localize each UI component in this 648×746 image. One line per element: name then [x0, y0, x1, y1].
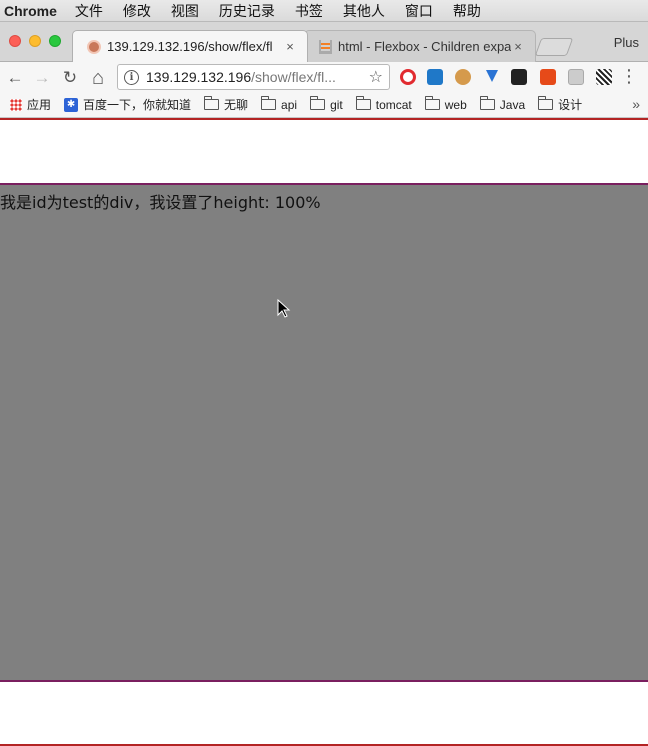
menu-history[interactable]: 历史记录: [219, 1, 275, 21]
bookmark-label: 设计: [558, 98, 583, 112]
url-host: 139.129.132.196: [146, 69, 252, 85]
bookmark-folder-tomcat[interactable]: tomcat: [355, 96, 412, 112]
profile-label[interactable]: Plus: [614, 35, 639, 50]
menu-help[interactable]: 帮助: [453, 1, 481, 21]
stackoverflow-icon: [319, 39, 332, 54]
bookmark-label: web: [444, 97, 467, 112]
bookmark-folder-java[interactable]: Java: [479, 96, 526, 112]
s-extension-icon[interactable]: [427, 69, 443, 85]
bookmark-label: 应用: [27, 98, 52, 112]
bookmark-label: tomcat: [375, 97, 412, 112]
url-path: /show/flex/fl...: [251, 69, 336, 85]
opera-extension-icon[interactable]: [400, 69, 416, 85]
page-viewport: 我是id为test的div，我设置了height: 100%: [0, 118, 648, 746]
window-close-button[interactable]: [9, 35, 21, 47]
home-icon[interactable]: ⌂: [87, 67, 109, 89]
mouse-cursor-icon: [277, 298, 291, 318]
layout-extension-icon[interactable]: [568, 69, 584, 85]
macos-menubar: Chrome 文件 修改 视图 历史记录 书签 其他人 窗口 帮助: [0, 0, 648, 22]
test-div: 我是id为test的div，我设置了height: 100%: [0, 183, 648, 682]
menu-file[interactable]: 文件: [75, 1, 103, 21]
menu-bookmarks[interactable]: 书签: [295, 1, 323, 21]
favicon-icon: [87, 39, 101, 54]
site-info-icon[interactable]: i: [124, 69, 139, 85]
tab-stackoverflow[interactable]: html - Flexbox - Children expa ×: [304, 30, 536, 62]
folder-icon: [261, 96, 277, 110]
bookmark-folder-design[interactable]: 设计: [538, 96, 582, 113]
bookmark-folder-git[interactable]: git: [310, 96, 343, 112]
menubar-app-name[interactable]: Chrome: [4, 3, 57, 19]
bookmark-label: 无聊: [224, 98, 249, 112]
bookmarks-overflow-icon[interactable]: »: [632, 96, 640, 112]
reload-icon[interactable]: ↻: [59, 67, 81, 89]
baidu-paw-icon: ✱: [64, 97, 79, 112]
tab-title: html - Flexbox - Children expa: [338, 39, 511, 54]
bookmark-baidu[interactable]: ✱ 百度一下，你就知道: [64, 96, 191, 113]
menu-people[interactable]: 其他人: [343, 1, 385, 21]
folder-icon: [310, 96, 326, 110]
ghostery-extension-icon[interactable]: [511, 69, 527, 85]
v-extension-icon[interactable]: [484, 69, 500, 85]
bookmark-folder-web[interactable]: web: [424, 96, 467, 112]
tab-title: 139.129.132.196/show/flex/fl: [107, 39, 273, 54]
tab-close-icon[interactable]: ×: [283, 39, 297, 54]
bookmark-apps[interactable]: 应用: [10, 96, 51, 113]
qr-code-extension-icon[interactable]: [596, 69, 612, 85]
folder-icon: [424, 96, 440, 110]
menu-view[interactable]: 视图: [171, 1, 199, 21]
folder-icon: [204, 96, 220, 110]
menu-window[interactable]: 窗口: [405, 1, 433, 21]
tab-strip: 139.129.132.196/show/flex/fl × html - Fl…: [0, 22, 648, 62]
browser-toolbar: ← → ↻ ⌂ i 139.129.132.196/show/flex/fl..…: [0, 62, 648, 92]
apps-icon: [10, 98, 22, 111]
bookmark-label: 百度一下，你就知道: [83, 98, 192, 112]
bookmark-folder-api[interactable]: api: [261, 96, 298, 112]
test-div-text: 我是id为test的div，我设置了height: 100%: [0, 193, 321, 212]
folder-icon: [479, 96, 495, 110]
folder-icon: [538, 96, 554, 110]
url-text[interactable]: 139.129.132.196/show/flex/fl...: [146, 69, 369, 85]
bookmark-folder-boring[interactable]: 无聊: [204, 96, 248, 113]
bookmark-label: api: [281, 97, 298, 112]
tab-active[interactable]: 139.129.132.196/show/flex/fl ×: [72, 30, 308, 62]
address-bar[interactable]: i 139.129.132.196/show/flex/fl... ☆: [117, 64, 390, 90]
window-minimize-button[interactable]: [29, 35, 41, 47]
bookmarks-bar: 应用 ✱ 百度一下，你就知道 无聊 api git tomcat web Java…: [0, 92, 648, 118]
office-extension-icon[interactable]: [540, 69, 556, 85]
window-zoom-button[interactable]: [49, 35, 61, 47]
chrome-menu-icon[interactable]: ⋮: [620, 67, 638, 85]
back-icon[interactable]: ←: [4, 67, 26, 89]
bookmark-star-icon[interactable]: ☆: [369, 67, 383, 87]
tab-close-icon[interactable]: ×: [511, 39, 525, 54]
bookmark-label: Java: [499, 97, 526, 112]
new-tab-button[interactable]: [534, 38, 574, 56]
forward-icon[interactable]: →: [31, 67, 53, 89]
folder-icon: [355, 96, 371, 110]
menu-edit[interactable]: 修改: [123, 1, 151, 21]
cookie-extension-icon[interactable]: [455, 69, 471, 85]
bookmark-label: git: [330, 97, 343, 112]
